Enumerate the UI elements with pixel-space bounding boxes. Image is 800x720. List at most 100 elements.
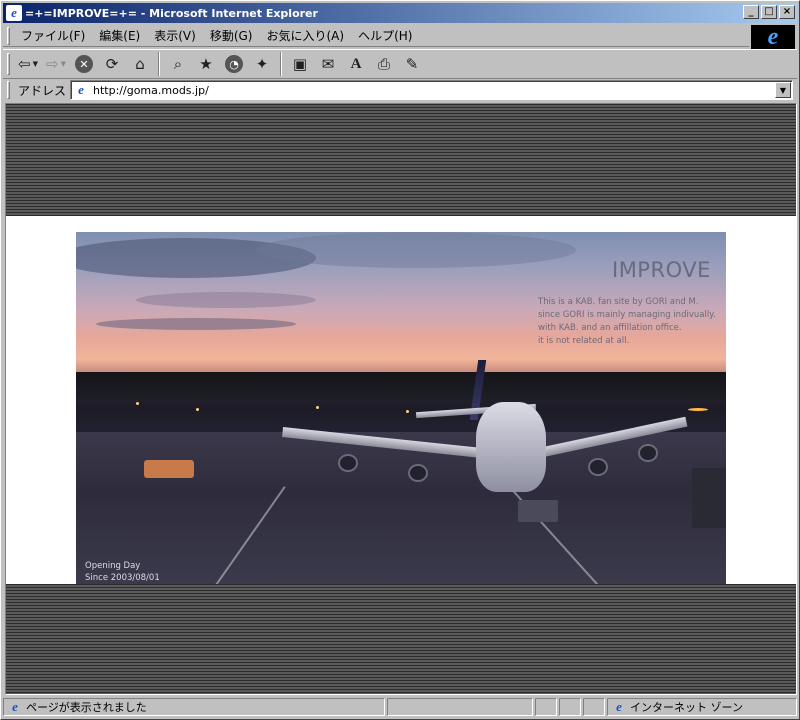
mail-icon: ✉	[321, 55, 335, 73]
home-button[interactable]: ⌂	[127, 52, 153, 76]
stop-icon: ✕	[75, 55, 93, 73]
opening-day-label: Opening Day	[85, 561, 141, 571]
runway-light	[688, 408, 708, 411]
home-icon: ⌂	[135, 55, 145, 73]
forward-arrow-icon: ⇨	[46, 55, 59, 73]
search-icon: ⌕	[173, 55, 183, 73]
airplane-fuselage	[476, 402, 546, 492]
refresh-button[interactable]: ⟳	[99, 52, 125, 76]
forward-dropdown-icon[interactable]: ▼	[61, 60, 66, 68]
description-line: with KAB. and an affillation office.	[538, 323, 682, 333]
runway-light	[406, 410, 409, 413]
favorites-button[interactable]: ★	[193, 52, 219, 76]
page-icon: e	[78, 82, 84, 97]
history-button[interactable]: ◔	[221, 52, 247, 76]
edit-button[interactable]: ✎	[399, 52, 425, 76]
menu-help[interactable]: ヘルプ(H)	[351, 25, 419, 46]
addressbar-grip[interactable]	[7, 81, 10, 99]
address-bar: アドレス e ▼	[3, 79, 797, 101]
site-description: This is a KAB. fan site by GORI and M. s…	[538, 296, 724, 348]
status-panel	[387, 698, 533, 716]
address-field[interactable]: e ▼	[70, 80, 793, 100]
site-title: IMPROVE	[612, 258, 711, 282]
tug-vehicle	[518, 500, 558, 522]
opening-info: Opening Day Since 2003/08/01	[85, 560, 160, 584]
font-icon: A	[350, 55, 362, 72]
airplane-engine	[338, 454, 358, 472]
stop-button[interactable]: ✕	[71, 52, 97, 76]
status-main-panel: e ページが表示されました	[3, 698, 385, 716]
treeline	[76, 372, 726, 400]
toolbar-grip[interactable]	[7, 53, 10, 75]
forward-button[interactable]: ⇨ ▼	[43, 52, 69, 76]
print-icon: ⎙	[377, 55, 390, 73]
description-line: since GORI is mainly managing indivually…	[538, 310, 716, 320]
status-bar: e ページが表示されました e インターネット ゾーン	[3, 697, 797, 717]
status-text: ページが表示されました	[26, 701, 147, 714]
runway-light	[316, 406, 319, 409]
page-done-icon: e	[12, 699, 18, 714]
description-line: This is a KAB. fan site by GORI and M.	[538, 297, 699, 307]
security-zone-panel: e インターネット ゾーン	[607, 698, 797, 716]
zone-text: インターネット ゾーン	[630, 701, 743, 714]
edit-icon: ✎	[405, 55, 419, 73]
internet-zone-icon: e	[616, 699, 622, 714]
favorites-icon: ★	[199, 55, 213, 73]
menu-bar: ファイル(F) 編集(E) 表示(V) 移動(G) お気に入り(A) ヘルプ(H…	[3, 25, 749, 47]
cloud-shape	[136, 292, 316, 308]
menubar-grip[interactable]	[7, 26, 10, 45]
back-dropdown-icon[interactable]: ▼	[33, 60, 38, 68]
close-button[interactable]: ×	[779, 5, 795, 19]
channels-icon: ✦	[255, 55, 269, 73]
hero-image: IMPROVE This is a KAB. fan site by GORI …	[76, 232, 726, 584]
ie-throbber-icon: e	[751, 24, 795, 50]
toolbar-separator	[280, 52, 282, 76]
fullscreen-button[interactable]: ▣	[287, 52, 313, 76]
minimize-button[interactable]: _	[743, 5, 759, 19]
back-arrow-icon: ⇦	[18, 55, 31, 73]
airplane-engine	[588, 458, 608, 476]
address-label: アドレス	[18, 83, 67, 98]
mail-button[interactable]: ✉	[315, 52, 341, 76]
browser-window: e =+=IMPROVE=+= - Microsoft Internet Exp…	[0, 0, 800, 720]
bottom-stripe-band	[6, 584, 796, 694]
tarmac	[76, 432, 726, 584]
channels-button[interactable]: ✦	[249, 52, 275, 76]
history-icon: ◔	[225, 55, 243, 73]
top-stripe-band	[6, 104, 796, 216]
runway-light	[196, 408, 199, 411]
refresh-icon: ⟳	[105, 55, 119, 73]
runway-light	[136, 402, 139, 405]
address-input[interactable]	[93, 82, 775, 98]
jet-bridge	[692, 468, 726, 528]
menu-edit[interactable]: 編集(E)	[92, 25, 147, 46]
ie-page-icon: e	[6, 5, 22, 21]
font-button[interactable]: A	[343, 52, 369, 76]
airplane-engine	[408, 464, 428, 482]
status-panel	[583, 698, 605, 716]
bus-shape	[144, 460, 194, 478]
toolbar-separator	[158, 52, 160, 76]
print-button[interactable]: ⎙	[371, 52, 397, 76]
description-line: it is not related at all.	[538, 336, 630, 346]
cloud-shape	[96, 318, 296, 330]
since-date-label: Since 2003/08/01	[85, 573, 160, 583]
menu-favorites[interactable]: お気に入り(A)	[259, 25, 351, 46]
airplane-engine	[638, 444, 658, 462]
window-title: =+=IMPROVE=+= - Microsoft Internet Explo…	[25, 6, 318, 20]
cloud-shape	[256, 232, 576, 268]
address-dropdown-button[interactable]: ▼	[775, 82, 791, 98]
search-button[interactable]: ⌕	[165, 52, 191, 76]
menu-go[interactable]: 移動(G)	[203, 25, 260, 46]
maximize-button[interactable]: □	[761, 5, 777, 19]
window-controls: _ □ ×	[741, 5, 795, 19]
back-button[interactable]: ⇦ ▼	[15, 52, 41, 76]
fullscreen-icon: ▣	[292, 55, 308, 73]
status-panel	[559, 698, 581, 716]
standard-toolbar: ⇦ ▼ ⇨ ▼ ✕ ⟳ ⌂ ⌕ ★ ◔ ✦ ▣ ✉ A ⎙ ✎	[3, 49, 797, 79]
title-bar[interactable]: e =+=IMPROVE=+= - Microsoft Internet Exp…	[3, 3, 797, 23]
status-panel	[535, 698, 557, 716]
page-content: IMPROVE This is a KAB. fan site by GORI …	[5, 103, 797, 695]
menu-file[interactable]: ファイル(F)	[14, 25, 92, 46]
menu-view[interactable]: 表示(V)	[147, 25, 203, 46]
